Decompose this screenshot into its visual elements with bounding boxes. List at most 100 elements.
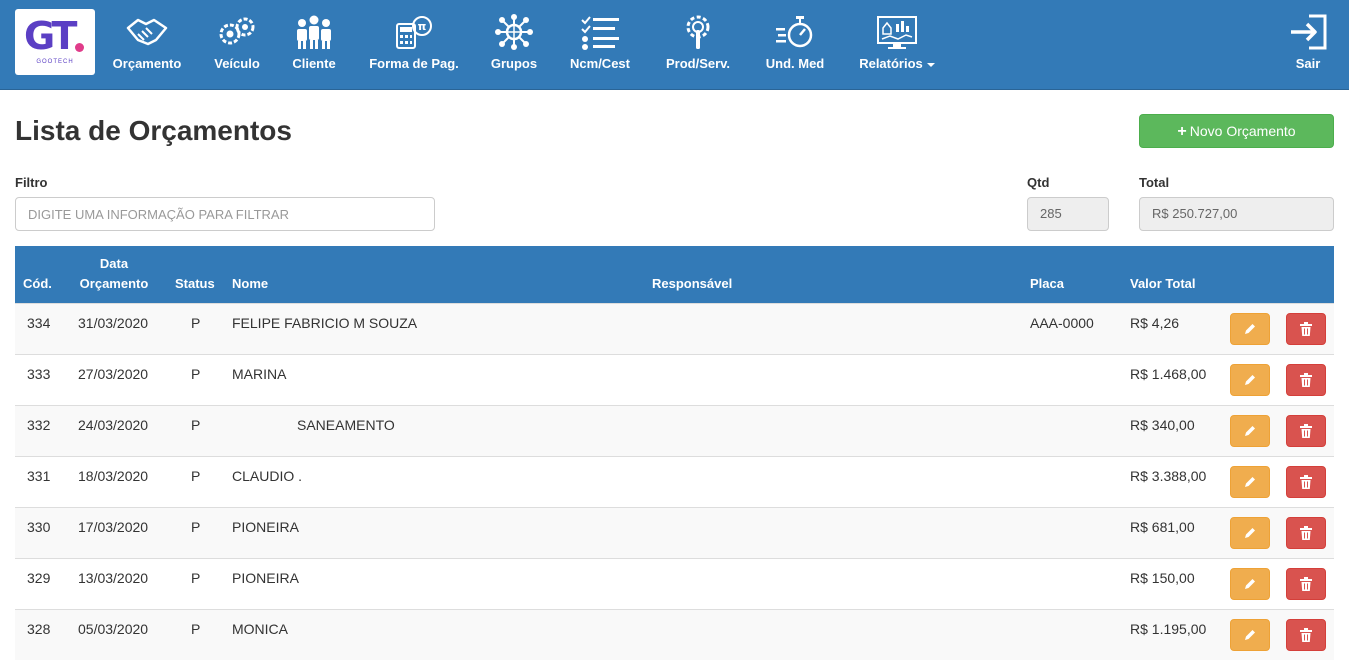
nav-relatorios[interactable]: Relatórios [852, 8, 942, 82]
nav-orcamento[interactable]: Orçamento [105, 8, 189, 82]
filter-input[interactable] [15, 197, 435, 231]
cell-valor: R$ 4,26 [1130, 315, 1180, 331]
cell-valor: R$ 1.195,00 [1130, 621, 1207, 637]
delete-button[interactable] [1286, 517, 1326, 549]
header-responsavel[interactable]: Responsável [652, 274, 732, 294]
edit-button[interactable] [1230, 364, 1270, 396]
cell-status: P [191, 519, 201, 535]
network-icon [495, 14, 533, 50]
nav-grupos[interactable]: Grupos [484, 8, 544, 82]
pencil-icon [1245, 528, 1255, 538]
nav-label: Cliente [292, 56, 336, 71]
logo-subtext: GOOTECH [36, 59, 74, 65]
nav-cliente[interactable]: Cliente [286, 8, 342, 82]
caret-down-icon [926, 62, 935, 67]
cell-nome: MONICA [232, 621, 288, 637]
cell-data: 27/03/2020 [78, 366, 149, 382]
table-header: Cód. Data Orçamento Status Nome Responsá… [15, 246, 1334, 303]
cell-cod: 328 [27, 621, 51, 637]
new-orcamento-button[interactable]: + Novo Orçamento [1139, 114, 1334, 148]
header-valor-total[interactable]: Valor Total [1130, 274, 1196, 294]
edit-button[interactable] [1230, 415, 1270, 447]
logout-label: Sair [1295, 56, 1321, 71]
logout-button[interactable]: Sair [1286, 8, 1330, 82]
edit-button[interactable] [1230, 313, 1270, 345]
nav-relatorios-label: Relatórios [859, 56, 923, 71]
header-nome[interactable]: Nome [232, 274, 268, 294]
page-title: Lista de Orçamentos [15, 115, 292, 146]
logo-text: GT [24, 14, 77, 58]
nav-und-med[interactable]: Und. Med [756, 8, 834, 82]
cell-cod: 333 [27, 366, 51, 382]
cell-status: P [191, 417, 201, 433]
svg-text:π: π [418, 20, 427, 33]
header-status[interactable]: Status [175, 274, 215, 294]
cell-nome: SANEAMENTO [297, 417, 395, 433]
table-row[interactable]: 330 17/03/2020 P PIONEIRA R$ 681,00 [15, 507, 1334, 558]
calculator-icon: π [396, 16, 432, 49]
table-row[interactable]: 328 05/03/2020 P MONICA R$ 1.195,00 [15, 609, 1334, 660]
qtd-field: 285 [1027, 197, 1109, 231]
logo[interactable]: GT GOOTECH [15, 9, 95, 75]
trash-icon [1300, 424, 1312, 438]
pencil-icon [1245, 324, 1255, 334]
qtd-label: Qtd [1027, 175, 1050, 190]
edit-button[interactable] [1230, 568, 1270, 600]
cell-status: P [191, 621, 201, 637]
header-cod[interactable]: Cód. [23, 274, 52, 294]
cell-nome: MARINA [232, 366, 287, 382]
cell-valor: R$ 1.468,00 [1130, 366, 1207, 382]
table-row[interactable]: 329 13/03/2020 P PIONEIRA R$ 150,00 [15, 558, 1334, 609]
cell-data: 17/03/2020 [78, 519, 149, 535]
cell-data: 13/03/2020 [78, 570, 149, 586]
delete-button[interactable] [1286, 619, 1326, 651]
edit-button[interactable] [1230, 517, 1270, 549]
pencil-icon [1245, 375, 1255, 385]
cell-nome: PIONEIRA [232, 519, 299, 535]
cell-data: 31/03/2020 [78, 315, 149, 331]
nav-forma-pag[interactable]: π Forma de Pag. [360, 8, 468, 82]
table-row[interactable]: 331 18/03/2020 P CLAUDIO . R$ 3.388,00 [15, 456, 1334, 507]
trash-icon [1300, 322, 1312, 336]
header-data[interactable]: Data Orçamento [77, 254, 151, 294]
header-placa[interactable]: Placa [1030, 274, 1064, 294]
cell-valor: R$ 150,00 [1130, 570, 1195, 586]
nav-label: Orçamento [112, 56, 182, 71]
pencil-icon [1245, 630, 1255, 640]
table-row[interactable]: 334 31/03/2020 P FELIPE FABRICIO M SOUZA AAA… [15, 303, 1334, 354]
nav-prod-serv[interactable]: Prod/Serv. [656, 8, 740, 82]
sign-out-icon [1291, 14, 1327, 50]
nav-label: Veículo [214, 56, 260, 71]
pencil-icon [1245, 579, 1255, 589]
table-row[interactable]: 332 24/03/2020 P SANEAMENTO R$ 340,00 [15, 405, 1334, 456]
nav-label: Ncm/Cest [570, 56, 630, 71]
delete-button[interactable] [1286, 364, 1326, 396]
nav-ncm-cest[interactable]: Ncm/Cest [562, 8, 638, 82]
filter-label: Filtro [15, 175, 48, 190]
cell-valor: R$ 681,00 [1130, 519, 1195, 535]
delete-button[interactable] [1286, 568, 1326, 600]
total-field: R$ 250.727,00 [1139, 197, 1334, 231]
cell-status: P [191, 315, 201, 331]
edit-button[interactable] [1230, 619, 1270, 651]
trash-icon [1300, 628, 1312, 642]
cell-status: P [191, 570, 201, 586]
delete-button[interactable] [1286, 415, 1326, 447]
plus-icon: + [1177, 123, 1187, 140]
edit-button[interactable] [1230, 466, 1270, 498]
nav-label: Forma de Pag. [369, 56, 459, 71]
gears-icon [219, 17, 255, 45]
trash-icon [1300, 577, 1312, 591]
nav-veiculo[interactable]: Veículo [205, 8, 269, 82]
pencil-icon [1245, 426, 1255, 436]
nav-label: Prod/Serv. [665, 56, 731, 71]
table-row[interactable]: 333 27/03/2020 P MARINA R$ 1.468,00 [15, 354, 1334, 405]
header-data-line1: Data [99, 256, 129, 271]
cell-status: P [191, 468, 201, 484]
nav-label: Und. Med [765, 56, 825, 71]
delete-button[interactable] [1286, 313, 1326, 345]
logo-dot [75, 43, 84, 52]
pencil-icon [1245, 477, 1255, 487]
delete-button[interactable] [1286, 466, 1326, 498]
cell-valor: R$ 340,00 [1130, 417, 1195, 433]
